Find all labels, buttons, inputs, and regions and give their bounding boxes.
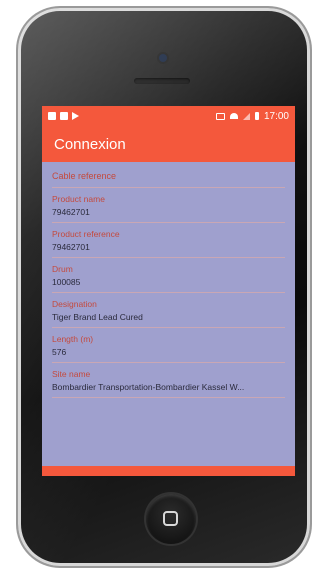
field-value: Bombardier Transportation-Bombardier Kas… [52, 382, 245, 392]
home-square-icon [163, 511, 178, 526]
field-label: Length (m) [52, 334, 94, 344]
field-product-reference: Product reference 79462701 [52, 223, 285, 258]
home-button[interactable] [146, 494, 196, 544]
field-label: Site name [52, 369, 91, 379]
field-label: Product reference [52, 229, 120, 239]
field-value: 576 [52, 347, 67, 357]
status-time: 17:00 [263, 110, 289, 122]
app-bar: Connexion [42, 126, 295, 162]
field-value: 79462701 [52, 207, 90, 217]
app-bar-title: Connexion [54, 135, 126, 153]
details-list: Cable reference Product name 79462701 Pr… [42, 162, 295, 398]
field-site-name: Site name Bombardier Transportation-Bomb… [52, 363, 285, 398]
field-length: Length (m) 576 [52, 328, 285, 363]
front-camera [159, 54, 167, 62]
bottom-bar [42, 466, 295, 476]
field-designation: Designation Tiger Brand Lead Cured [52, 293, 285, 328]
notification-icon [48, 112, 56, 120]
signal-icon [242, 112, 250, 120]
field-value: 100085 [52, 277, 81, 287]
wifi-icon [229, 113, 238, 119]
field-drum: Drum 100085 [52, 258, 285, 293]
phone-screen: 17:00 Connexion Cable reference Product … [42, 106, 295, 476]
cast-icon [215, 112, 225, 120]
field-value: Tiger Brand Lead Cured [52, 312, 143, 322]
field-label: Product name [52, 194, 105, 204]
field-label: Drum [52, 264, 73, 274]
field-value: 79462701 [52, 242, 90, 252]
status-bar: 17:00 [42, 106, 295, 126]
section-header: Cable reference [52, 162, 285, 188]
image-notification-icon [60, 112, 68, 120]
earpiece-speaker [134, 78, 190, 84]
field-product-name: Product name 79462701 [52, 188, 285, 223]
battery-icon [254, 112, 259, 120]
play-notification-icon [72, 112, 79, 120]
field-label: Designation [52, 299, 97, 309]
